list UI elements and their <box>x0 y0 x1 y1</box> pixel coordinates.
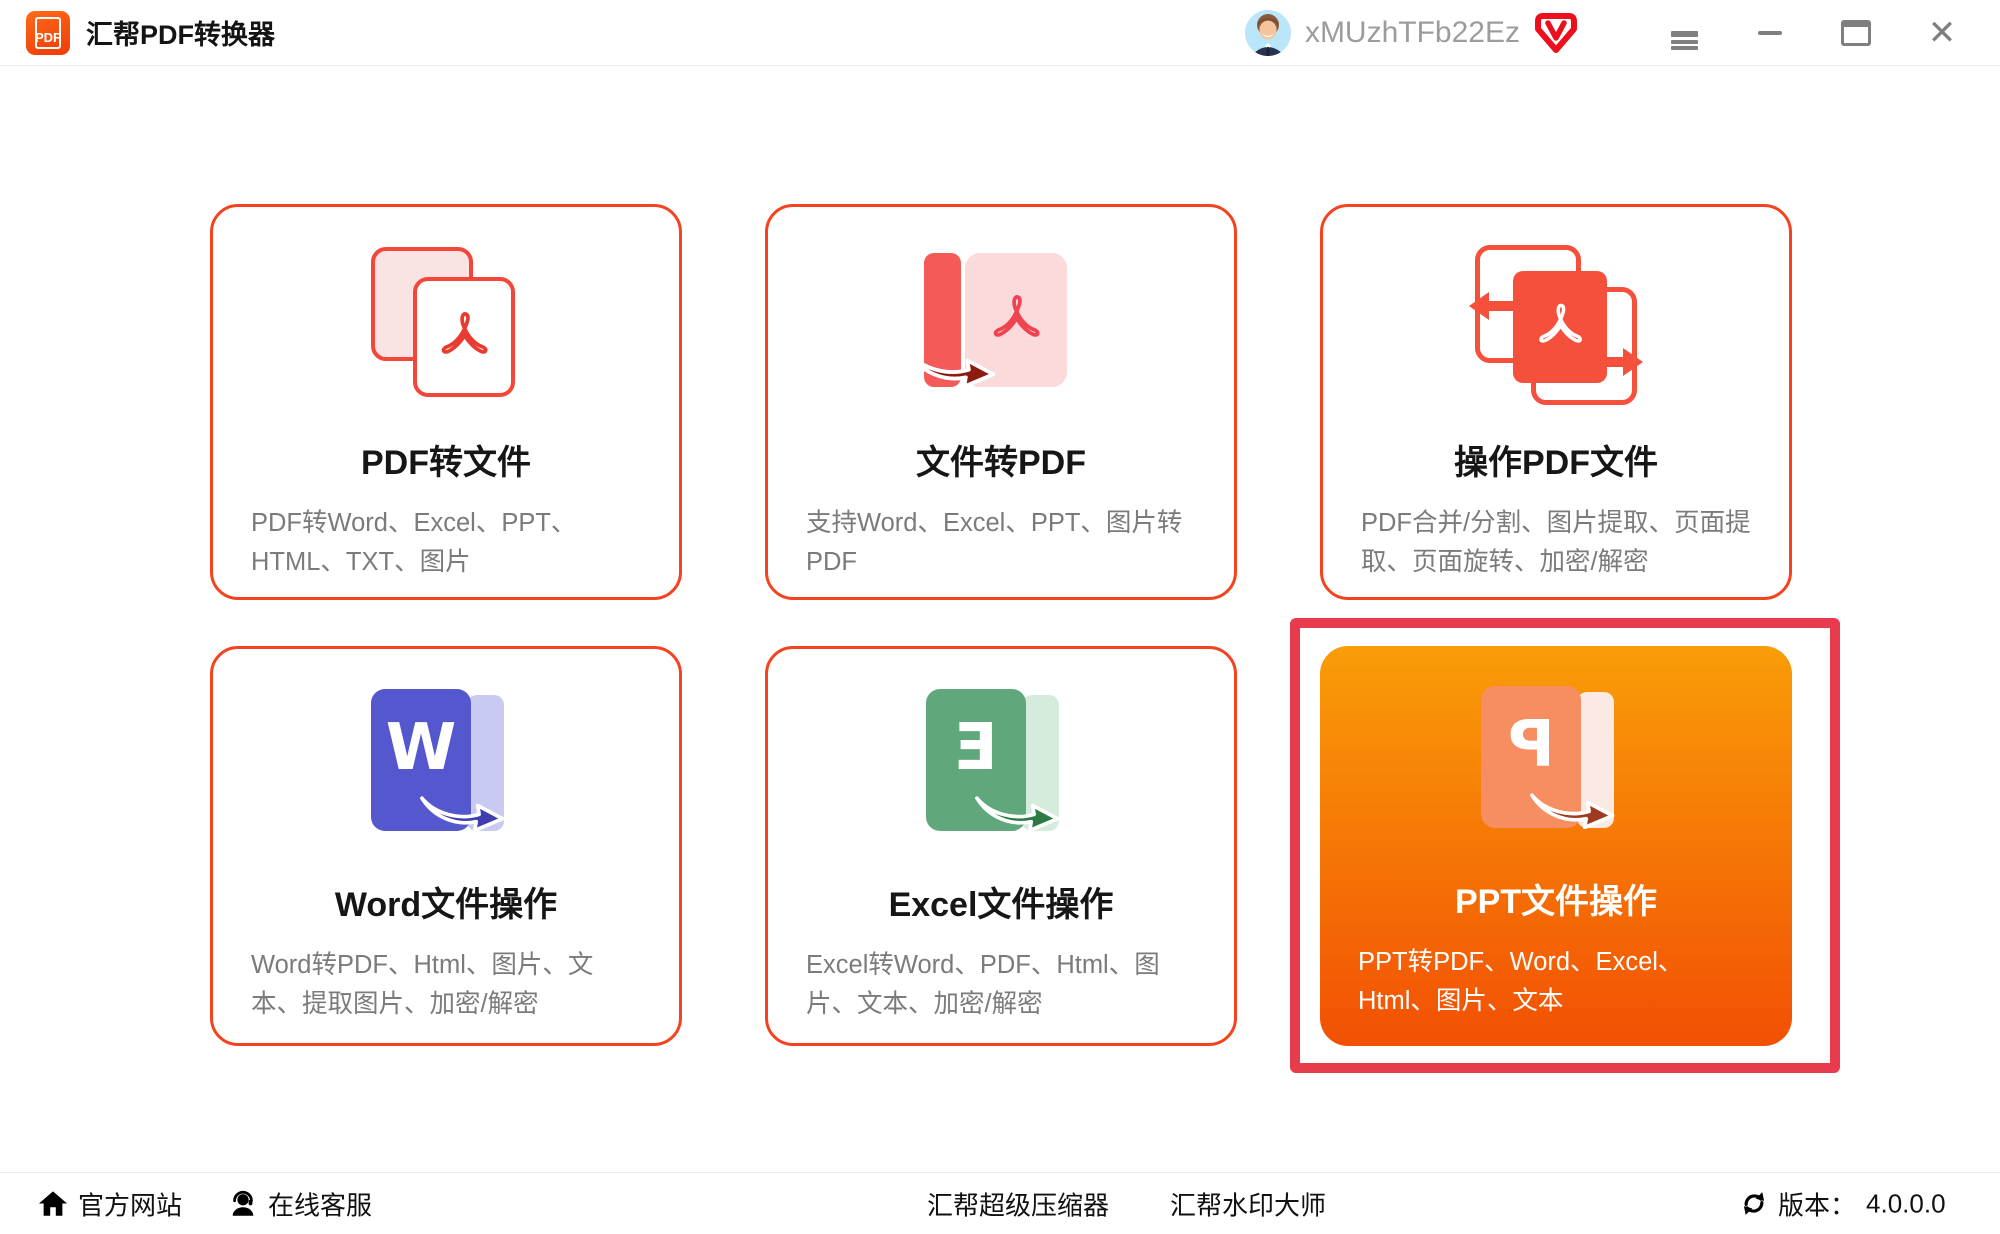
acrobat-glyph-icon <box>433 306 495 368</box>
card-description: PPT转PDF、Word、Excel、Html、图片、文本 <box>1320 943 1792 1021</box>
official-website-link[interactable]: 官方网站 <box>38 1185 182 1222</box>
super-compressor-label: 汇帮超级压缩器 <box>927 1185 1109 1222</box>
version-label: 版本： <box>1778 1185 1856 1222</box>
card-description: 支持Word、Excel、PPT、图片转PDF <box>768 504 1234 582</box>
card-description: Excel转Word、PDF、Html、图片、文本、加密/解密 <box>768 946 1234 1024</box>
title-bar: PDF 汇帮PDF转换器 xMUzhTFb22Ez ✕ <box>0 0 2000 66</box>
vip-badge-icon[interactable] <box>1534 12 1578 54</box>
card-file-to-pdf[interactable]: 文件转PDF 支持Word、Excel、PPT、图片转PDF <box>765 204 1237 600</box>
online-service-label: 在线客服 <box>268 1185 372 1222</box>
card-title: 操作PDF文件 <box>1323 435 1789 484</box>
excel-doc-icon: E <box>912 687 1090 859</box>
acrobat-glyph-icon <box>1531 298 1589 356</box>
app-logo-icon: PDF <box>26 11 70 55</box>
version-info: 版本： 4.0.0.0 <box>1740 1185 1946 1222</box>
pdf-copy-icon <box>357 245 535 417</box>
ppt-doc-icon: P <box>1467 684 1645 856</box>
menu-button[interactable] <box>1652 11 1716 55</box>
pdf-solid-shape <box>1513 271 1607 383</box>
arrow-right-icon <box>1595 347 1643 377</box>
super-compressor-link[interactable]: 汇帮超级压缩器 <box>927 1185 1109 1222</box>
word-doc-icon: W <box>357 687 535 859</box>
close-button[interactable]: ✕ <box>1910 11 1974 55</box>
card-title: PDF转文件 <box>213 435 679 484</box>
maximize-button[interactable] <box>1824 11 1888 55</box>
home-icon <box>38 1189 68 1219</box>
version-value: 4.0.0.0 <box>1866 1188 1946 1219</box>
minimize-button[interactable] <box>1738 11 1802 55</box>
operate-pdf-icon <box>1467 245 1645 417</box>
update-refresh-icon[interactable] <box>1740 1190 1768 1218</box>
convert-arrow-icon <box>419 785 507 832</box>
card-title: PPT文件操作 <box>1320 874 1792 923</box>
file-to-pdf-icon <box>912 245 1090 417</box>
convert-arrow-icon <box>906 339 998 388</box>
card-title: 文件转PDF <box>768 435 1234 484</box>
official-website-label: 官方网站 <box>78 1185 182 1222</box>
watermark-master-label: 汇帮水印大师 <box>1170 1185 1326 1222</box>
convert-arrow-icon <box>974 785 1062 832</box>
convert-arrow-icon <box>1529 782 1617 829</box>
online-service-link[interactable]: 在线客服 <box>228 1185 372 1222</box>
username-text[interactable]: xMUzhTFb22Ez <box>1305 16 1520 50</box>
avatar-illustration <box>1245 10 1291 56</box>
card-ppt-operations[interactable]: P PPT文件操作 PPT转PDF、Word、Excel、Html、图片、文本 <box>1320 646 1792 1046</box>
minimize-icon <box>1758 31 1782 35</box>
maximize-icon <box>1841 20 1871 46</box>
card-description: PDF转Word、Excel、PPT、HTML、TXT、图片 <box>213 504 679 582</box>
user-avatar[interactable] <box>1245 10 1291 56</box>
status-bar: 官方网站 在线客服 汇帮超级压缩器 汇帮水印大师 版本： 4.0.0.0 <box>0 1172 2000 1234</box>
app-title: 汇帮PDF转换器 <box>86 13 275 52</box>
card-description: PDF合并/分割、图片提取、页面提取、页面旋转、加密/解密 <box>1323 504 1789 582</box>
watermark-master-link[interactable]: 汇帮水印大师 <box>1170 1185 1326 1222</box>
card-description: Word转PDF、Html、图片、文本、提取图片、加密/解密 <box>213 946 679 1024</box>
pdf-page-front-shape <box>413 277 515 397</box>
card-title: Excel文件操作 <box>768 877 1234 926</box>
close-icon: ✕ <box>1928 16 1957 50</box>
card-title: Word文件操作 <box>213 877 679 926</box>
arrow-left-icon <box>1469 291 1517 321</box>
card-word-operations[interactable]: W Word文件操作 Word转PDF、Html、图片、文本、提取图片、加密/解… <box>210 646 682 1046</box>
app-logo-label: PDF <box>26 30 70 45</box>
customer-service-icon <box>228 1189 258 1219</box>
card-excel-operations[interactable]: E Excel文件操作 Excel转Word、PDF、Html、图片、文本、加密… <box>765 646 1237 1046</box>
card-pdf-to-file[interactable]: PDF转文件 PDF转Word、Excel、PPT、HTML、TXT、图片 <box>210 204 682 600</box>
titlebar-right-cluster: xMUzhTFb22Ez ✕ <box>1245 10 1974 56</box>
card-operate-pdf[interactable]: 操作PDF文件 PDF合并/分割、图片提取、页面提取、页面旋转、加密/解密 <box>1320 204 1792 600</box>
